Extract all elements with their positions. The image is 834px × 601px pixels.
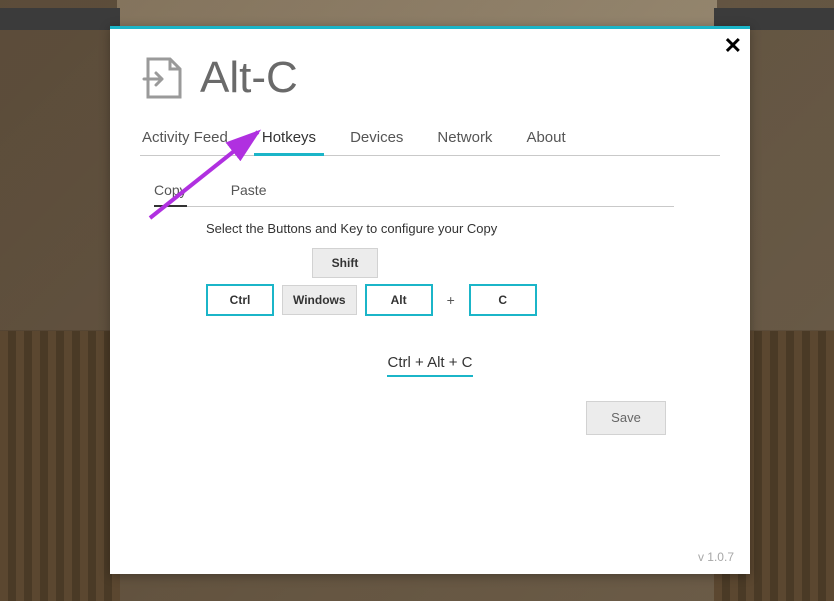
app-title: Alt-C [200,56,298,100]
app-window: ✕ Alt-C Activity Feed Hotkeys Devices Ne… [110,26,750,574]
key-ctrl[interactable]: Ctrl [206,284,274,316]
key-shift[interactable]: Shift [312,248,378,278]
save-button[interactable]: Save [586,401,666,435]
subtab-copy[interactable]: Copy [154,178,187,206]
key-picker: Shift Ctrl Windows Alt + C [206,248,750,316]
plus-label: + [447,292,455,308]
version-label: v 1.0.7 [698,550,734,564]
key-alt[interactable]: Alt [365,284,433,316]
key-windows[interactable]: Windows [282,285,357,315]
main-tabs: Activity Feed Hotkeys Devices Network Ab… [140,123,720,156]
subtab-paste[interactable]: Paste [231,178,267,206]
tab-network[interactable]: Network [435,123,494,155]
hotkey-result-text: Ctrl + Alt + C [387,354,472,377]
tab-activity-feed[interactable]: Activity Feed [140,123,230,155]
hotkey-subtabs: Copy Paste [154,178,674,207]
tab-about[interactable]: About [524,123,567,155]
tab-devices[interactable]: Devices [348,123,405,155]
instruction-text: Select the Buttons and Key to configure … [206,221,750,236]
close-icon[interactable]: ✕ [724,35,742,57]
key-letter[interactable]: C [469,284,537,316]
document-import-icon [140,55,186,101]
tab-hotkeys[interactable]: Hotkeys [260,123,318,155]
app-header: Alt-C [110,29,750,123]
hotkey-result: Ctrl + Alt + C [110,354,750,377]
